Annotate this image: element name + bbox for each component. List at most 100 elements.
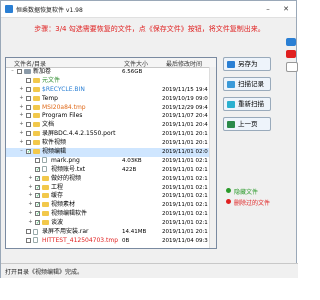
expander-icon[interactable]: – xyxy=(19,149,24,154)
row-name: mark.png xyxy=(51,156,80,164)
row-checkbox[interactable]: ✓ xyxy=(26,149,31,155)
tree-row[interactable]: + ✓ 工程 2019/11/01 02:1 xyxy=(6,184,216,193)
tree-row[interactable]: + Temp 2019/10/19 09:0 xyxy=(6,95,216,104)
column-header-size[interactable]: 文件大小 xyxy=(124,59,148,68)
expander-icon[interactable]: + xyxy=(19,140,24,145)
expander-icon[interactable]: + xyxy=(28,202,33,207)
drive-icon xyxy=(24,69,31,74)
row-checkbox[interactable]: ✓ xyxy=(35,193,40,199)
row-date: 2019/11/01 02:1 xyxy=(162,211,208,218)
tree-row[interactable]: 录屏不用安装.rar 14.41MB 2019/11/01 20:1 xyxy=(6,228,216,237)
row-checkbox[interactable] xyxy=(26,229,31,235)
row-checkbox[interactable]: ✓ xyxy=(35,220,40,226)
tree-row[interactable]: + ✓ 缓存 2019/11/01 02:1 xyxy=(6,192,216,201)
expander-icon[interactable]: + xyxy=(19,122,24,127)
column-header-date[interactable]: 最后修改时间 xyxy=(166,59,202,68)
expander-icon[interactable] xyxy=(19,238,24,243)
row-size: 6.56GB xyxy=(122,69,143,75)
expander-icon[interactable]: – xyxy=(10,69,15,74)
tree-row[interactable]: HITTEST_412504703.tmp 0B 2019/11/04 09:3 xyxy=(6,237,216,246)
row-date: 2019/11/01 02:1 xyxy=(162,193,208,200)
row-checkbox[interactable] xyxy=(26,140,31,146)
tree-row[interactable]: + ✓ 做好的视频 2019/11/01 02:1 xyxy=(6,175,216,184)
title-bar[interactable]: 恒乘数据恢复软件 v1.98 – ✕ xyxy=(1,1,296,18)
tree-row[interactable]: + 软件视频 2019/11/01 20:1 xyxy=(6,139,216,148)
scan-record-button[interactable]: 扫描记录 xyxy=(223,77,271,91)
expander-icon[interactable] xyxy=(19,78,24,83)
row-checkbox[interactable] xyxy=(26,104,31,110)
tree-row[interactable]: + Program Files 2019/11/07 20:4 xyxy=(6,112,216,121)
row-checkbox[interactable] xyxy=(26,95,31,101)
tree-row[interactable]: + 文档 2019/11/01 20:4 xyxy=(6,121,216,130)
tree-row[interactable]: + ✓ 谈波 2019/11/01 02:1 xyxy=(6,219,216,228)
row-checkbox[interactable]: ✓ xyxy=(35,184,40,190)
folder-icon xyxy=(33,149,40,155)
rescan-icon xyxy=(227,101,235,108)
row-name: 软件视频 xyxy=(42,139,67,147)
scan-record-icon xyxy=(227,81,235,88)
folder-icon xyxy=(42,202,49,208)
tree-row[interactable]: – 新加卷 6.56GB xyxy=(6,68,216,77)
row-name: 元文件 xyxy=(42,76,61,84)
row-checkbox[interactable] xyxy=(17,69,22,74)
legend-label: 删除过的文件 xyxy=(234,200,271,207)
expander-icon[interactable]: + xyxy=(28,220,33,225)
expander-icon[interactable] xyxy=(19,229,24,234)
row-date: 2019/11/01 20:1 xyxy=(162,131,208,138)
folder-icon xyxy=(42,211,49,217)
file-icon xyxy=(33,228,38,235)
folder-icon xyxy=(33,77,40,83)
user-icon[interactable] xyxy=(286,38,296,46)
row-checkbox[interactable]: ✓ xyxy=(35,202,40,208)
column-header-name[interactable]: 文件名/目录 xyxy=(14,59,46,68)
expander-icon[interactable]: + xyxy=(28,193,33,198)
alert-icon[interactable] xyxy=(286,50,296,58)
tree-row[interactable]: + $RECYCLE.BIN 2019/11/15 19:4 xyxy=(6,86,216,95)
row-checkbox[interactable] xyxy=(26,237,31,243)
list-icon[interactable] xyxy=(286,62,298,72)
expander-icon[interactable]: + xyxy=(19,86,24,92)
file-tree[interactable]: 文件名/目录 文件大小 最后修改时间 – 新加卷 6.56GB 元文件 + $RECYCL… xyxy=(5,57,217,249)
tree-row[interactable]: mark.png 4.03KB 2019/11/01 02:1 xyxy=(6,157,216,166)
row-checkbox[interactable] xyxy=(26,77,31,83)
previous-page-button[interactable]: 上一页 xyxy=(223,117,271,131)
vertical-scrollbar[interactable] xyxy=(209,67,216,248)
folder-icon xyxy=(42,193,49,199)
expander-icon[interactable]: + xyxy=(19,95,24,101)
tree-row[interactable]: 元文件 xyxy=(6,77,216,86)
tree-row[interactable]: + ✓ 视频素材 2019/11/01 02:1 xyxy=(6,201,216,210)
tree-row[interactable]: + MSI20a84.tmp 2019/12/29 09:4 xyxy=(6,104,216,113)
row-checkbox[interactable]: ✓ xyxy=(35,166,40,172)
row-checkbox[interactable] xyxy=(26,122,31,128)
row-checkbox[interactable] xyxy=(26,131,31,137)
row-checkbox[interactable] xyxy=(35,157,40,163)
row-date: 2019/11/01 02:1 xyxy=(162,184,208,191)
expander-icon[interactable]: + xyxy=(19,104,24,110)
expander-icon[interactable] xyxy=(28,158,33,163)
tree-row[interactable]: ✓ 视频账号.txt 422B 2019/11/01 02:1 xyxy=(6,166,216,175)
tree-row[interactable]: + 录屏BDC.4.4.2.1550.port 2019/11/01 20:1 xyxy=(6,130,216,139)
row-date: 2019/10/19 09:0 xyxy=(162,95,208,102)
row-checkbox[interactable]: ✓ xyxy=(35,211,40,217)
expander-icon[interactable]: + xyxy=(28,175,33,181)
row-checkbox[interactable] xyxy=(26,86,31,92)
row-checkbox[interactable] xyxy=(26,113,31,119)
expander-icon[interactable] xyxy=(28,167,33,172)
expander-icon[interactable]: + xyxy=(28,184,33,190)
expander-icon[interactable]: + xyxy=(19,131,24,136)
folder-icon xyxy=(33,131,40,137)
expander-icon[interactable]: + xyxy=(19,113,24,118)
row-date: 2019/11/01 20:4 xyxy=(162,122,208,129)
save-as-button[interactable]: 另存为 xyxy=(223,57,271,71)
app-window: 恒乘数据恢复软件 v1.98 – ✕ 步骤：3/4 勾选需要恢复的文件，点《保存… xyxy=(0,0,298,278)
file-icon xyxy=(42,157,47,164)
rescan-button[interactable]: 重新扫描 xyxy=(223,97,271,111)
row-date: 2019/11/04 09:3 xyxy=(162,237,208,244)
tree-row[interactable]: + ✓ 视频编辑软件 2019/11/01 02:1 xyxy=(6,210,216,219)
row-checkbox[interactable]: ✓ xyxy=(35,175,40,181)
close-button[interactable]: ✕ xyxy=(281,4,291,14)
expander-icon[interactable]: + xyxy=(28,211,33,216)
minimize-button[interactable]: – xyxy=(263,4,273,14)
tree-row[interactable]: – ✓ 视频编辑 2019/11/01 02:0 xyxy=(6,148,216,157)
row-size: 0B xyxy=(122,237,130,244)
